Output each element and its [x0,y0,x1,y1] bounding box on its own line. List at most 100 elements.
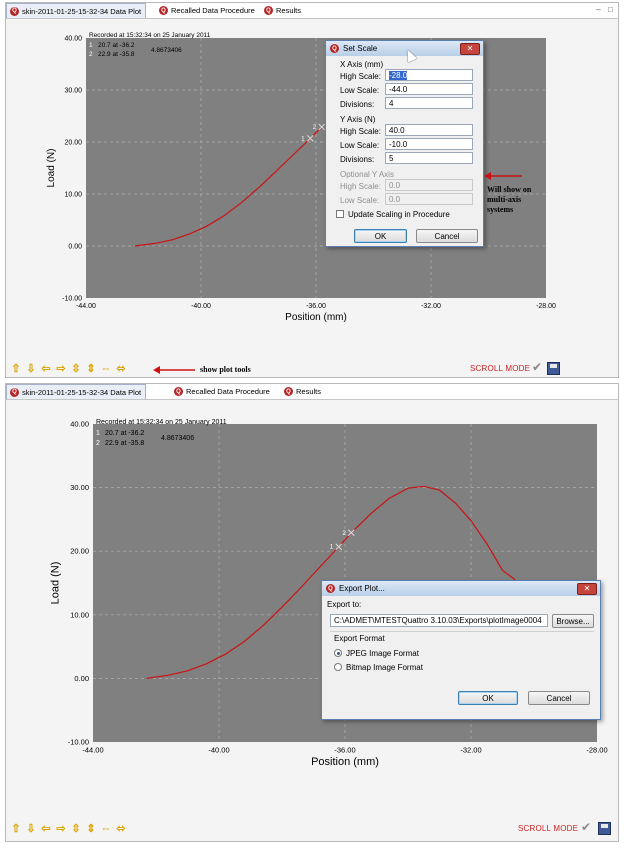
export-to-label: Export to: [327,600,362,609]
opt-high-input: 0.0 [385,179,473,191]
ok-button[interactable]: OK [354,229,407,243]
annotation-multi-line-3: systems [487,205,514,214]
y-tick-label: 20.00 [64,139,82,146]
x-axis-group-label: X Axis (mm) [340,60,384,69]
annotation-multi-line-1: Will show on [487,185,532,194]
opt-high-label: High Scale: [340,182,381,191]
scroll-mode-label[interactable]: SCROLL MODE [518,824,578,833]
x-tick-label: -28.00 [586,746,607,755]
checkmark-icon[interactable]: ✔ [532,360,542,374]
x-axis-label: Position (mm) [285,312,347,323]
optional-y-group-label: Optional Y Axis [340,170,394,179]
y-high-input[interactable]: 40.0 [385,124,473,136]
pan-left-icon[interactable]: ⇦ [40,823,52,835]
y-tick-label: -10.00 [62,295,82,302]
x-tick-label: -44.00 [76,303,96,310]
pan-down-icon[interactable]: ⇩ [25,823,37,835]
admet-icon: Q [330,44,339,53]
delta-value: 4.8673406 [151,47,182,54]
y-div-input[interactable]: 5 [385,152,473,164]
zoom-out-y-icon[interactable]: ⇕ [85,363,97,375]
recorded-text: Recorded at 15:32:34 on 25 January 2011 [96,419,227,426]
x-div-input[interactable]: 4 [385,97,473,109]
x-tick-label: -40.00 [208,746,229,755]
browse-button[interactable]: Browse... [552,614,594,628]
cancel-button[interactable]: Cancel [416,229,478,243]
update-scaling-label: Update Scaling in Procedure [348,210,450,219]
x-high-value: -28.0 [389,71,408,80]
y-tick-label: 0.00 [74,674,89,683]
zoom-out-x-icon[interactable]: ⬄ [115,363,127,375]
y-tick-label: 10.00 [64,191,82,198]
y-axis-group-label: Y Axis (N) [340,115,376,124]
scroll-mode-label[interactable]: SCROLL MODE [470,364,530,373]
y-axis-label: Load (N) [46,149,57,188]
x-low-input[interactable]: -44.0 [385,83,473,95]
annotation-plot-tools: show plot tools [200,365,251,374]
jpeg-radio[interactable] [334,649,342,657]
cancel-button[interactable]: Cancel [528,691,590,705]
checkmark-icon[interactable]: ✔ [581,820,591,834]
legend-num-1: 1 [89,42,93,49]
annotation-multi-line-2: multi-axis [487,195,522,204]
x-tick-label: -40.00 [191,303,211,310]
jpeg-label: JPEG Image Format [346,649,419,658]
x-tick-label: -36.00 [334,746,355,755]
zoom-in-x-icon[interactable]: ⇔ [100,823,112,835]
legend-text-2: 22.9 at -35.8 [105,440,144,447]
plot-panel-1: Q skin-2011-01-25-15-32-34 Data Plot Q R… [5,2,619,378]
x-high-input[interactable]: -28.0 [385,69,473,81]
zoom-in-y-icon[interactable]: ⇳ [70,823,82,835]
y-high-label: High Scale: [340,127,381,136]
y-low-input[interactable]: -10.0 [385,138,473,150]
close-icon[interactable]: ✕ [577,583,597,595]
export-path-input[interactable]: C:\ADMET\MTESTQuattro 3.10.03\Exports\pl… [330,614,548,627]
zoom-out-y-icon[interactable]: ⇕ [85,823,97,835]
x-low-label: Low Scale: [340,86,380,95]
x-div-label: Divisions: [340,100,375,109]
admet-icon: Q [326,584,335,593]
zoom-in-y-icon[interactable]: ⇳ [70,363,82,375]
marker-label: 1 [330,544,334,551]
legend-text-2: 22.9 at -35.8 [98,51,135,58]
legend-text-1: 20.7 at -36.2 [105,430,144,437]
x-tick-label: -28.00 [536,303,556,310]
export-format-label: Export Format [334,634,385,643]
save-icon[interactable] [598,822,611,835]
dialog-title: Set Scale [343,44,378,53]
y-axis-label: Load (N) [50,562,62,605]
x-high-label: High Scale: [340,72,381,81]
y-tick-label: -10.00 [68,738,89,747]
plot-toolbar: ⇧ ⇩ ⇦ ⇨ ⇳ ⇕ ⇔ ⬄ [10,822,127,836]
legend-text-1: 20.7 at -36.2 [98,42,135,49]
bitmap-label: Bitmap Image Format [346,663,423,672]
pan-up-icon[interactable]: ⇧ [10,363,22,375]
update-scaling-checkbox[interactable] [336,210,344,218]
y-div-label: Divisions: [340,155,375,164]
set-scale-dialog: Q Set Scale ✕ X Axis (mm) High Scale: -2… [325,40,484,247]
pan-up-icon[interactable]: ⇧ [10,823,22,835]
plot-panel-2: Q skin-2011-01-25-15-32-34 Data Plot Q R… [5,383,619,842]
y-tick-label: 30.00 [64,87,82,94]
pan-right-icon[interactable]: ⇨ [55,363,67,375]
pan-right-icon[interactable]: ⇨ [55,823,67,835]
x-tick-label: -44.00 [82,746,103,755]
x-tick-label: -32.00 [421,303,441,310]
bitmap-radio[interactable] [334,663,342,671]
close-icon[interactable]: ✕ [460,43,480,55]
y-tick-label: 40.00 [64,35,82,42]
zoom-out-x-icon[interactable]: ⬄ [115,823,127,835]
annotation-arrow-multi [484,172,522,180]
x-tick-label: -36.00 [306,303,326,310]
y-tick-label: 40.00 [70,420,89,429]
plot-toolbar: ⇧ ⇩ ⇦ ⇨ ⇳ ⇕ ⇔ ⬄ [10,362,127,376]
pan-down-icon[interactable]: ⇩ [25,363,37,375]
ok-button[interactable]: OK [458,691,518,705]
dialog-title-bar[interactable]: Q Export Plot... [322,581,600,596]
x-tick-label: -32.00 [460,746,481,755]
x-axis-label: Position (mm) [311,756,379,768]
save-icon[interactable] [547,362,560,375]
legend-num-2: 2 [89,51,93,58]
pan-left-icon[interactable]: ⇦ [40,363,52,375]
zoom-in-x-icon[interactable]: ⇔ [100,363,112,375]
